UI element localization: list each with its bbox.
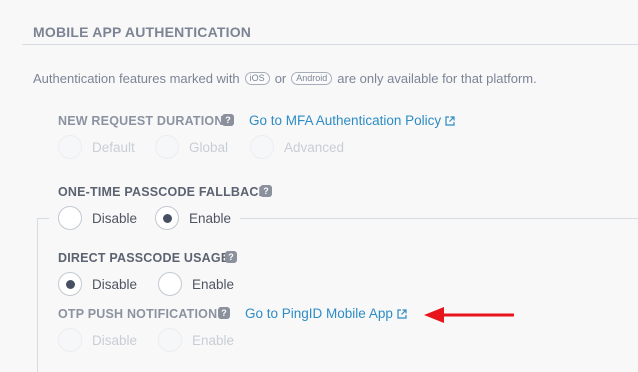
radio-otp-push-enable[interactable]: [158, 328, 182, 352]
otp-push-help-icon[interactable]: ?: [218, 307, 230, 319]
new-request-duration-advanced-option[interactable]: Advanced: [250, 135, 344, 159]
platform-note: Authentication features marked with iOS …: [33, 71, 537, 86]
radio-direct-passcode-disable-label: Disable: [92, 276, 138, 292]
new-request-duration-global-option[interactable]: Global: [155, 135, 228, 159]
radio-default-label: Default: [92, 139, 135, 155]
platform-note-prefix: Authentication features marked with: [33, 71, 240, 86]
dependent-settings-bracket: [37, 218, 38, 372]
radio-otp-push-disable-label: Disable: [92, 332, 138, 348]
otp-fallback-label: ONE-TIME PASSCODE FALLBACK: [58, 185, 268, 199]
radio-selected-dot: [65, 279, 75, 289]
radio-otp-fallback-disable[interactable]: [58, 206, 82, 230]
direct-passcode-enable-option[interactable]: Enable: [158, 272, 234, 296]
radio-direct-passcode-disable[interactable]: [58, 272, 82, 296]
section-title: MOBILE APP AUTHENTICATION: [33, 24, 252, 40]
pingid-mobile-app-link[interactable]: Go to PingID Mobile App: [245, 306, 407, 321]
otp-fallback-help-icon[interactable]: ?: [260, 185, 272, 197]
dependent-settings-bracket-right: [240, 218, 638, 219]
otp-fallback-enable-option[interactable]: Enable: [155, 206, 231, 230]
section-divider: [22, 44, 638, 45]
direct-passcode-help-icon[interactable]: ?: [225, 251, 237, 263]
radio-otp-fallback-enable-label: Enable: [189, 210, 232, 226]
new-request-duration-help-icon[interactable]: ?: [222, 114, 234, 126]
radio-otp-fallback-disable-label: Disable: [92, 210, 138, 226]
ios-badge: iOS: [244, 72, 270, 85]
android-badge: Android: [291, 72, 333, 85]
radio-otp-push-disable[interactable]: [58, 328, 82, 352]
radio-otp-fallback-enable[interactable]: [155, 206, 179, 230]
mfa-policy-link-text[interactable]: Go to MFA Authentication Policy: [249, 113, 441, 128]
external-link-icon: [397, 308, 407, 319]
platform-note-or: or: [274, 71, 287, 86]
mfa-policy-link[interactable]: Go to MFA Authentication Policy: [249, 113, 455, 128]
new-request-duration-default-option[interactable]: Default: [58, 135, 135, 159]
radio-otp-push-enable-label: Enable: [192, 332, 235, 348]
direct-passcode-label: DIRECT PASSCODE USAGE: [58, 251, 230, 265]
arrow-left-icon: [424, 307, 514, 323]
radio-advanced[interactable]: [250, 135, 274, 159]
external-link-icon: [445, 115, 455, 126]
radio-direct-passcode-enable-label: Enable: [192, 276, 235, 292]
platform-note-suffix: are only available for that platform.: [337, 71, 537, 86]
radio-advanced-label: Advanced: [284, 139, 345, 155]
otp-push-enable-option[interactable]: Enable: [158, 328, 234, 352]
dependent-settings-bracket-left: [37, 218, 49, 219]
new-request-duration-label: NEW REQUEST DURATION: [58, 114, 224, 128]
otp-push-disable-option[interactable]: Disable: [58, 328, 137, 352]
radio-global[interactable]: [155, 135, 179, 159]
otp-push-label: OTP PUSH NOTIFICATION: [58, 307, 218, 321]
radio-global-label: Global: [189, 139, 229, 155]
direct-passcode-disable-option[interactable]: Disable: [58, 272, 137, 296]
radio-selected-dot: [162, 213, 172, 223]
mobile-app-authentication-panel: MOBILE APP AUTHENTICATION Authentication…: [0, 0, 638, 372]
radio-direct-passcode-enable[interactable]: [158, 272, 182, 296]
radio-default[interactable]: [58, 135, 82, 159]
pingid-mobile-app-link-text[interactable]: Go to PingID Mobile App: [245, 306, 393, 321]
otp-fallback-disable-option[interactable]: Disable: [58, 206, 137, 230]
